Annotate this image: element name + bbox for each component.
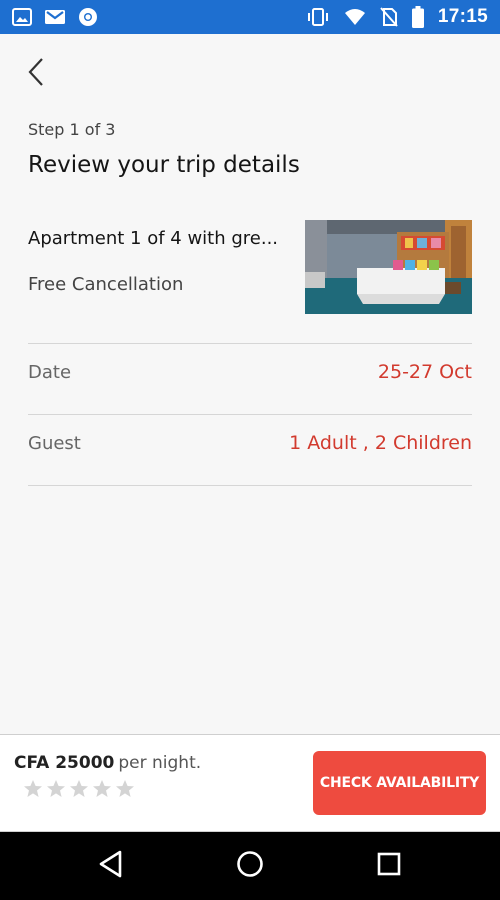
date-value[interactable]: 25-27 Oct [378,361,472,383]
price: CFA 25000 per night. [14,753,201,773]
notification-icons [12,7,98,27]
star-icon [24,780,42,797]
divider [28,343,472,344]
star-icon [70,780,88,797]
vibrate-icon [306,7,330,27]
status-bar: 17:15 [0,0,500,34]
check-availability-button[interactable]: CHECK AVAILABILITY [313,751,486,815]
guest-label: Guest [28,433,81,454]
hotel-room-photo [305,220,472,314]
divider [28,414,472,415]
listing-name: Apartment 1 of 4 with gre... [28,228,279,249]
battery-icon [411,6,424,28]
rating-stars [23,779,135,799]
booking-bar: CFA 25000 per night. CHECK AVAILABILITY [0,734,500,832]
wifi-icon [344,8,366,26]
back-button[interactable] [20,56,52,92]
chevron-left-icon [27,57,45,91]
guest-value[interactable]: 1 Adult , 2 Children [289,432,472,454]
listing-summary[interactable]: Apartment 1 of 4 with gre... Free Cancel… [28,218,472,318]
square-recents-icon [377,852,401,880]
image-icon [12,8,32,26]
no-sim-icon [380,7,398,27]
navigation-bar [0,832,500,900]
step-indicator: Step 1 of 3 [28,120,116,139]
star-icon [47,780,65,797]
page-title: Review your trip details [28,152,300,178]
system-icons: 17:15 [306,6,488,28]
clock: 17:15 [437,6,488,27]
circle-home-icon [236,850,264,882]
divider [28,485,472,486]
nav-recents-button[interactable] [371,848,407,884]
triangle-back-icon [98,850,124,882]
nav-home-button[interactable] [232,848,268,884]
price-unit: per night. [118,753,202,773]
star-icon [116,780,134,797]
gmail-icon [44,8,66,26]
date-label: Date [28,362,72,383]
star-icon [93,780,111,797]
chrome-icon [78,7,98,27]
price-amount: CFA 25000 [14,753,115,773]
nav-back-button[interactable] [93,848,129,884]
cancellation-policy: Free Cancellation [28,274,184,295]
